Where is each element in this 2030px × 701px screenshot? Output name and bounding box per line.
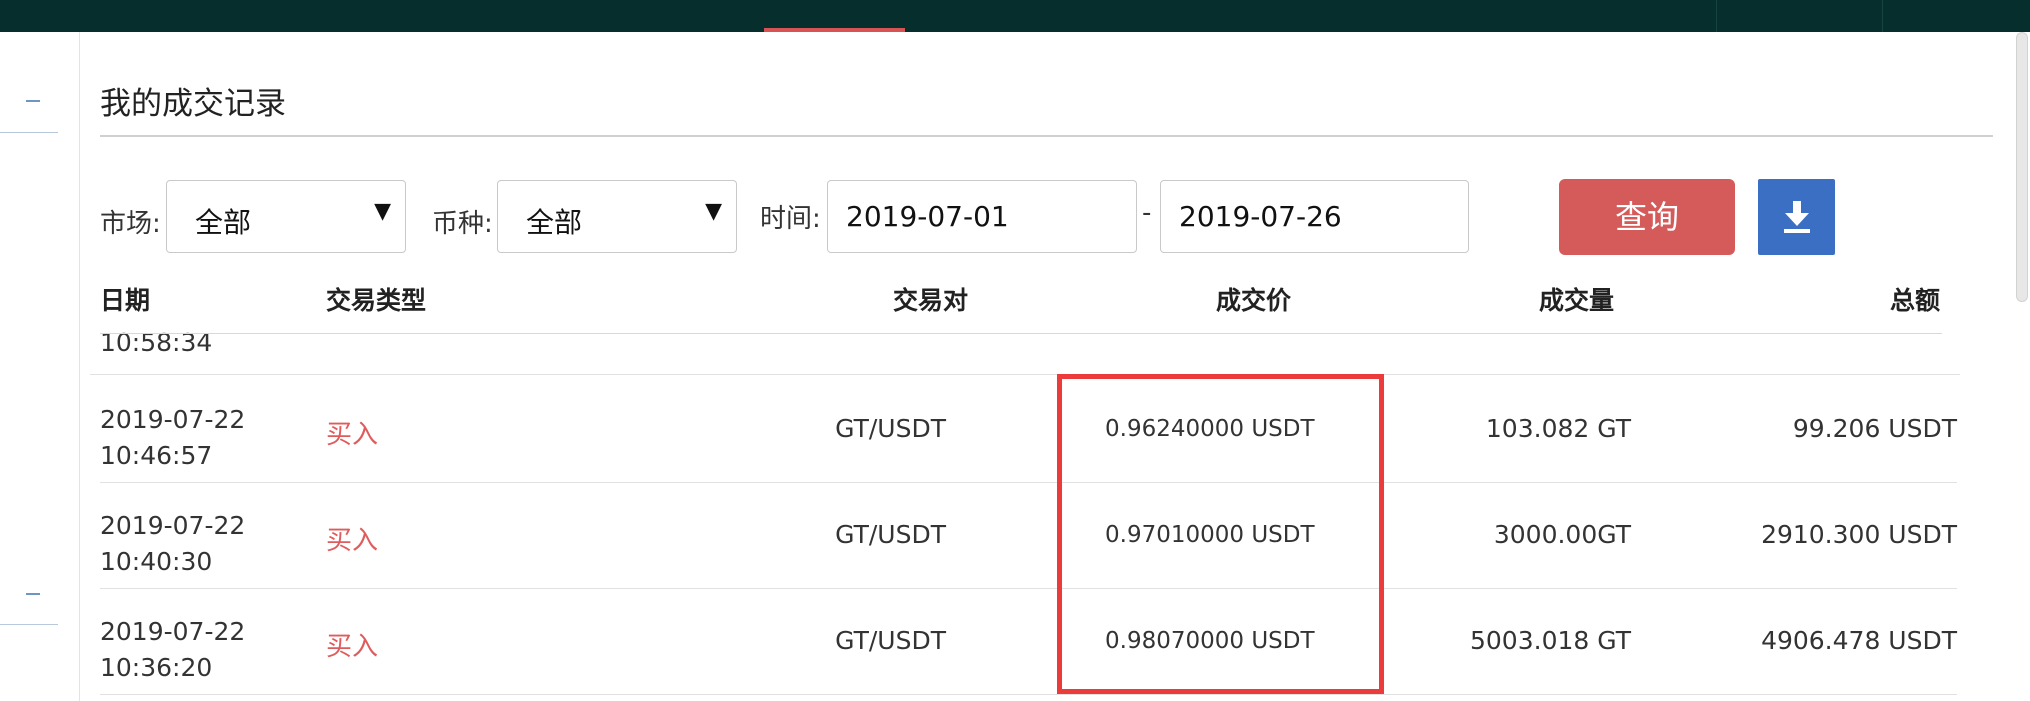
title-divider — [100, 135, 1993, 137]
column-header-date: 日期 — [100, 286, 151, 315]
table-row: 2019-07-22 10:36:20 买入 GT/USDT 0.9807000… — [100, 588, 1957, 695]
side-menu-strip — [0, 32, 80, 701]
row-trade-type: 买入 — [326, 632, 379, 662]
row-date-time: 2019-07-22 10:36:20 — [100, 614, 245, 686]
row-volume: 5003.018 GT — [1470, 626, 1631, 655]
row-pair: GT/USDT — [835, 626, 946, 655]
query-button[interactable]: 查询 — [1559, 179, 1735, 255]
page-title: 我的成交记录 — [100, 86, 286, 122]
column-header-total: 总额 — [1890, 286, 1941, 315]
page-scrollbar[interactable] — [2012, 32, 2030, 701]
table-row-divider — [90, 334, 1960, 375]
top-nav-bar — [0, 0, 2030, 32]
row-date: 2019-07-22 — [100, 511, 246, 540]
collapse-dash-icon[interactable] — [26, 593, 40, 595]
nav-separator — [1716, 0, 1717, 32]
row-pair: GT/USDT — [835, 414, 946, 443]
column-header-volume: 成交量 — [1539, 286, 1615, 315]
caret-down-icon: ▼ — [374, 199, 391, 224]
currency-label: 币种: — [432, 209, 493, 239]
row-date-time: 2019-07-22 10:46:57 — [100, 402, 245, 474]
row-pair: GT/USDT — [835, 520, 946, 549]
row-date: 2019-07-22 — [100, 617, 246, 646]
side-menu-divider — [0, 624, 58, 625]
row-trade-type: 买入 — [326, 420, 379, 450]
row-trade-type: 买入 — [326, 526, 379, 556]
market-label: 市场: — [100, 209, 161, 239]
date-separator: - — [1142, 198, 1152, 228]
date-to-input[interactable] — [1160, 180, 1469, 253]
column-header-pair: 交易对 — [893, 286, 969, 315]
caret-down-icon: ▼ — [705, 199, 722, 224]
row-total: 99.206 USDT — [1792, 414, 1957, 443]
row-date: 2019-07-22 — [100, 405, 246, 434]
date-from-input[interactable] — [827, 180, 1137, 253]
scrollbar-thumb[interactable] — [2016, 32, 2028, 302]
row-time: 10:36:20 — [100, 653, 213, 682]
time-label: 时间: — [760, 204, 821, 234]
table-row: 2019-07-22 10:46:57 买入 GT/USDT 0.9624000… — [100, 376, 1957, 483]
column-header-price: 成交价 — [1216, 286, 1292, 315]
row-time: 10:46:57 — [100, 441, 213, 470]
row-total: 4906.478 USDT — [1761, 626, 1957, 655]
row-total: 2910.300 USDT — [1761, 520, 1957, 549]
market-select-value: 全部 — [195, 206, 252, 239]
collapse-dash-icon[interactable] — [26, 100, 40, 102]
currency-select[interactable]: 全部 ▼ — [497, 180, 737, 253]
row-volume: 103.082 GT — [1485, 414, 1631, 443]
table-row: 2019-07-22 10:40:30 买入 GT/USDT 0.9701000… — [100, 482, 1957, 589]
side-menu-divider — [0, 132, 58, 133]
row-time: 10:40:30 — [100, 547, 213, 576]
table-header-divider — [100, 333, 1942, 334]
column-header-type: 交易类型 — [326, 286, 427, 315]
price-highlight-box — [1057, 374, 1384, 694]
nav-separator — [1882, 0, 1883, 32]
market-select[interactable]: 全部 ▼ — [166, 180, 406, 253]
download-icon — [1784, 201, 1810, 233]
active-tab-indicator — [764, 28, 905, 32]
download-button[interactable] — [1758, 179, 1835, 255]
row-volume: 3000.00GT — [1493, 520, 1631, 549]
currency-select-value: 全部 — [526, 206, 583, 239]
row-date-time: 2019-07-22 10:40:30 — [100, 508, 245, 580]
